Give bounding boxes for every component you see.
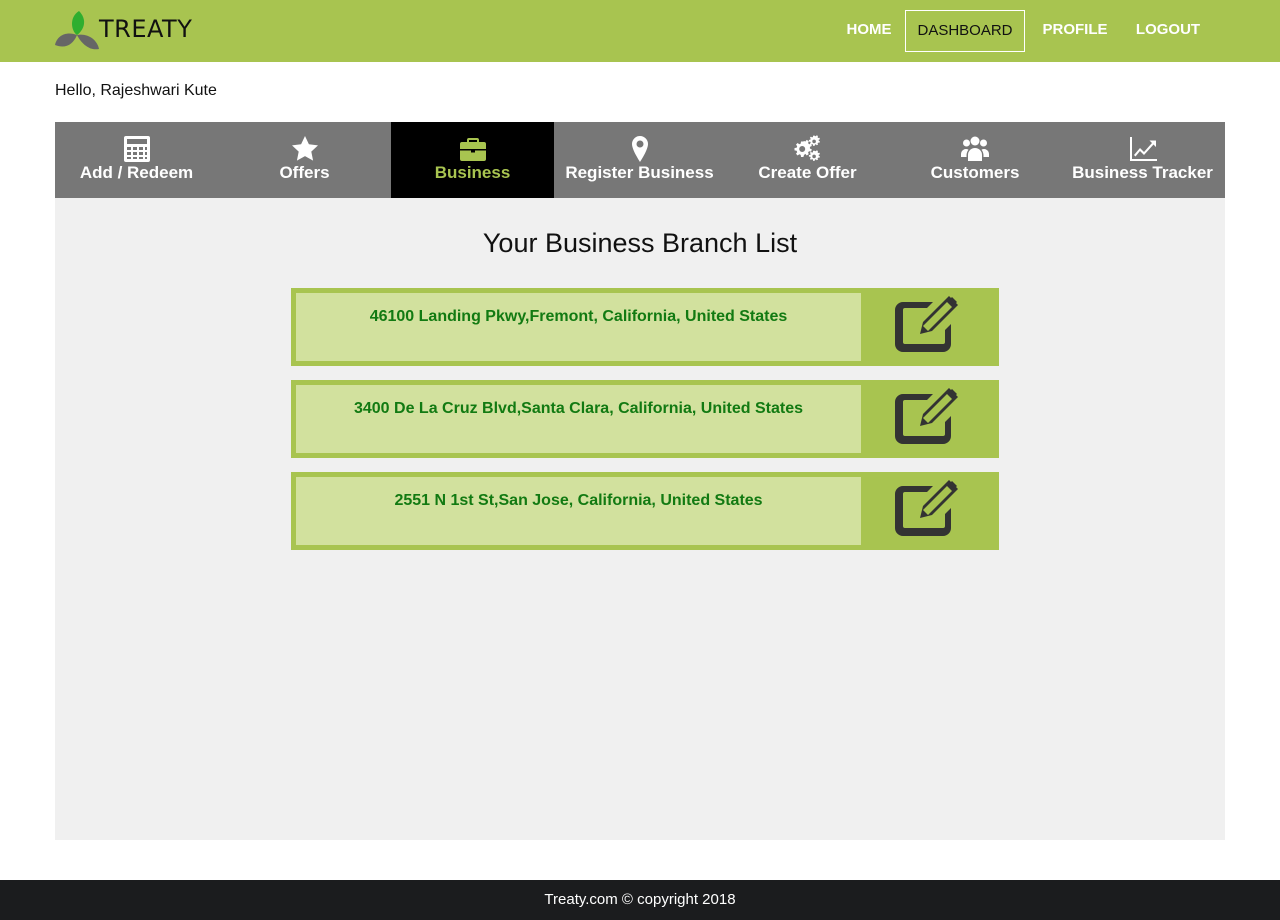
- calculator-icon: [55, 135, 218, 163]
- users-icon: [892, 135, 1058, 163]
- tab-customers[interactable]: Customers: [892, 122, 1058, 198]
- star-icon: [221, 135, 388, 163]
- main-content: Your Business Branch List 46100 Landing …: [55, 198, 1225, 840]
- footer: Treaty.com © copyright 2018: [0, 880, 1280, 920]
- brand-logo[interactable]: TREATY: [55, 9, 192, 53]
- tab-label: Business Tracker: [1072, 163, 1213, 182]
- edit-branch-button[interactable]: [891, 478, 965, 538]
- top-navbar: TREATY HOME DASHBOARD PROFILE LOGOUT: [0, 0, 1280, 62]
- copyright-text: Treaty.com © copyright 2018: [544, 891, 736, 908]
- branch-row: 2551 N 1st St,San Jose, California, Unit…: [291, 472, 999, 550]
- edit-branch-button[interactable]: [891, 386, 965, 446]
- nav-home-link[interactable]: HOME: [826, 10, 912, 52]
- tab-label: Add / Redeem: [79, 163, 194, 182]
- edit-icon: [895, 480, 958, 536]
- briefcase-icon: [391, 135, 554, 163]
- edit-icon: [895, 388, 958, 444]
- tab-business[interactable]: Business: [391, 122, 554, 198]
- tab-label: Register Business: [565, 163, 714, 182]
- edit-icon: [895, 296, 958, 352]
- nav-dashboard-link[interactable]: DASHBOARD: [905, 10, 1025, 52]
- brand-name: TREATY: [99, 15, 193, 43]
- gears-icon: [725, 135, 890, 163]
- leaf-logo-icon: [55, 11, 99, 50]
- page-title: Your Business Branch List: [482, 228, 798, 258]
- line-chart-icon: [1060, 135, 1225, 163]
- user-greeting: Hello, Rajeshwari Kute: [55, 82, 217, 99]
- tab-label: Customers: [930, 163, 1020, 182]
- tab-business-tracker[interactable]: Business Tracker: [1060, 122, 1225, 198]
- branch-row: 46100 Landing Pkwy,Fremont, California, …: [291, 288, 999, 366]
- tab-offers[interactable]: Offers: [221, 122, 388, 198]
- branch-row: 3400 De La Cruz Blvd,Santa Clara, Califo…: [291, 380, 999, 458]
- tab-create-offer[interactable]: Create Offer: [725, 122, 890, 198]
- tab-label: Offers: [279, 163, 330, 182]
- tab-add-redeem[interactable]: Add / Redeem: [55, 122, 218, 198]
- dashboard-tabs: Add / Redeem Offers Business Register Bu…: [55, 122, 1225, 198]
- map-marker-icon: [558, 135, 721, 163]
- tab-label: Business: [434, 163, 511, 182]
- branch-address: 46100 Landing Pkwy,Fremont, California, …: [296, 293, 861, 361]
- branch-address: 3400 De La Cruz Blvd,Santa Clara, Califo…: [296, 385, 861, 453]
- tab-label: Create Offer: [758, 163, 857, 182]
- branch-address: 2551 N 1st St,San Jose, California, Unit…: [296, 477, 861, 545]
- tab-register-business[interactable]: Register Business: [558, 122, 721, 198]
- nav-logout-link[interactable]: LOGOUT: [1130, 10, 1206, 52]
- nav-profile-link[interactable]: PROFILE: [1030, 10, 1120, 52]
- edit-branch-button[interactable]: [891, 294, 965, 354]
